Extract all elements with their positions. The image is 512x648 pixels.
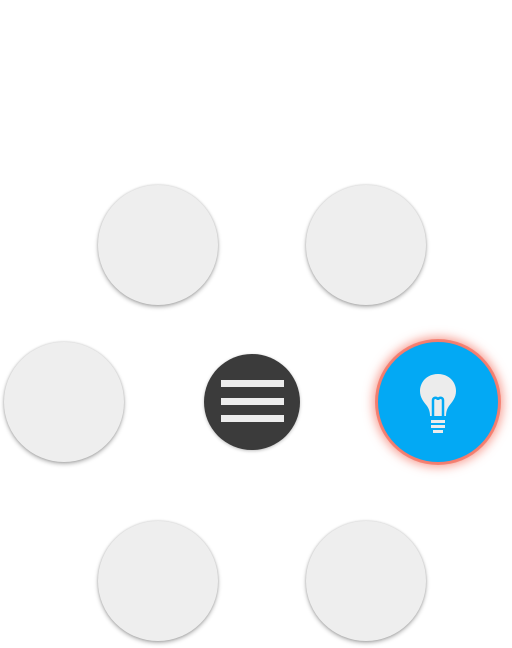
menu-item-bottom-right[interactable] — [306, 521, 426, 641]
lightbulb-icon — [420, 374, 456, 433]
menu-item-right[interactable] — [378, 342, 498, 462]
menu-toggle-button[interactable] — [204, 354, 300, 450]
hamburger-menu-icon-bar — [221, 398, 284, 405]
radial-menu — [0, 0, 512, 648]
menu-item-left[interactable] — [4, 342, 124, 462]
menu-item-bottom-left[interactable] — [98, 521, 218, 641]
menu-item-top-right[interactable] — [306, 185, 426, 305]
hamburger-menu-icon-bar — [221, 415, 284, 422]
menu-item-top-left[interactable] — [98, 185, 218, 305]
hamburger-menu-icon-bar — [221, 380, 284, 387]
